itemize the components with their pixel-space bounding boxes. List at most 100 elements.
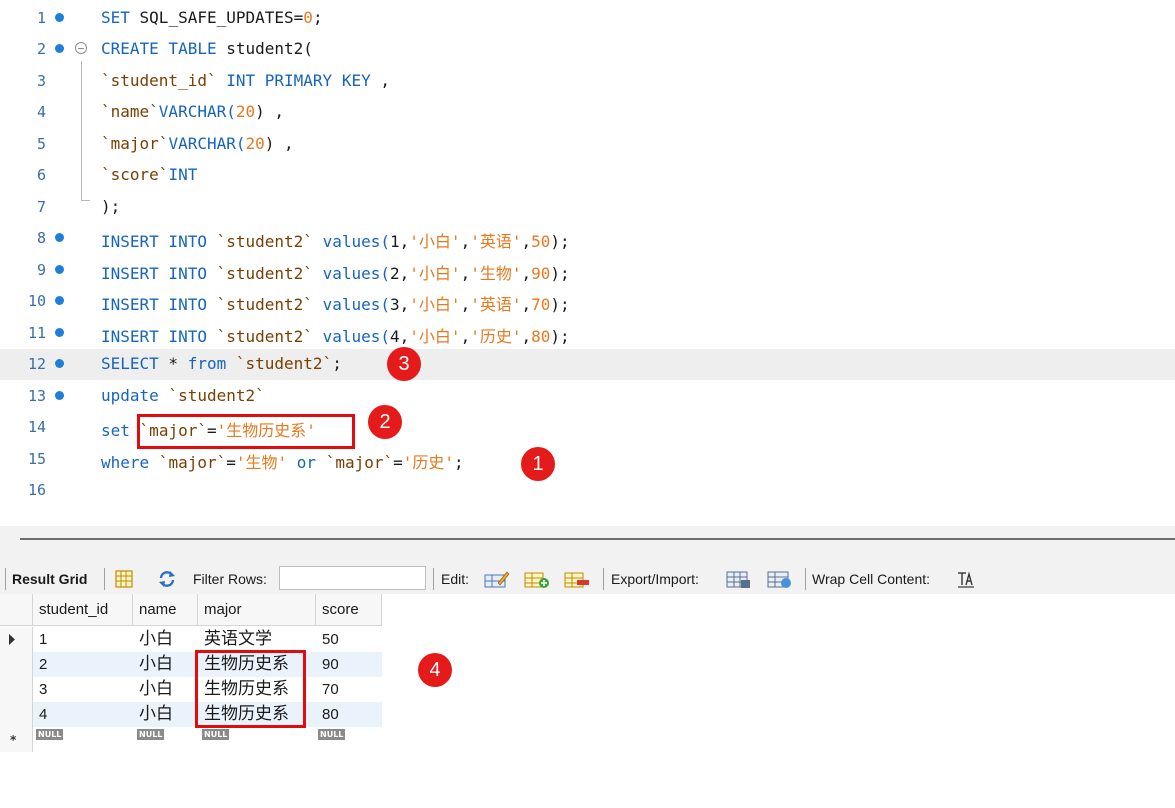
toolbar-separator — [433, 568, 434, 590]
form-view-icon[interactable] — [114, 569, 134, 589]
export-icon[interactable] — [726, 569, 752, 589]
null-placeholder[interactable]: NULL — [318, 729, 346, 740]
row-selector[interactable] — [0, 677, 33, 702]
statement-marker-icon — [55, 233, 64, 242]
null-placeholder[interactable]: NULL — [202, 729, 230, 740]
code-line-3[interactable]: 3 `student_id` INT PRIMARY KEY , — [0, 66, 1175, 97]
statement-marker-icon — [55, 13, 64, 22]
code-text: INSERT INTO `student2` values(3,'小白','英语… — [101, 295, 570, 314]
sql-editor[interactable]: 1 SET SQL_SAFE_UPDATES=0; 2 CREATE TABLE… — [0, 0, 1175, 526]
column-header-score[interactable]: score — [316, 594, 382, 626]
cell-name[interactable]: 小白 — [133, 652, 198, 677]
code-line-13[interactable]: 13 update `student2` — [0, 381, 1175, 412]
current-row-arrow-icon — [9, 634, 15, 645]
null-placeholder[interactable]: NULL — [36, 729, 64, 740]
line-number: 7 — [36, 198, 46, 216]
splitter-handle[interactable] — [20, 538, 1175, 540]
line-number: 13 — [27, 387, 46, 405]
code-line-6[interactable]: 6 `score`INT — [0, 160, 1175, 191]
code-text: `student_id` INT PRIMARY KEY , — [101, 71, 390, 90]
code-line-5[interactable]: 5 `major`VARCHAR(20) , — [0, 129, 1175, 160]
filter-rows-input[interactable] — [279, 566, 426, 590]
statement-marker-icon — [55, 359, 64, 368]
line-number: 3 — [36, 72, 46, 90]
line-number: 9 — [36, 261, 46, 279]
code-text: update `student2` — [101, 386, 265, 405]
cell-score[interactable]: 90 — [316, 652, 382, 677]
line-number: 6 — [36, 166, 46, 184]
column-header-name[interactable]: name — [133, 594, 198, 626]
code-text: `name`VARCHAR(20) , — [101, 102, 285, 121]
fold-collapse-icon[interactable] — [75, 42, 87, 54]
cell-name[interactable]: 小白 — [133, 627, 198, 652]
cell-name[interactable]: 小白 — [133, 677, 198, 702]
cell-name[interactable]: 小白 — [133, 702, 198, 727]
new-row-asterisk-icon: * — [10, 733, 17, 747]
line-number: 4 — [36, 103, 46, 121]
row-selector[interactable] — [0, 652, 33, 677]
cell-student-id[interactable]: 3 — [33, 677, 133, 702]
line-number: 15 — [27, 450, 46, 468]
line-number: 10 — [27, 292, 46, 310]
line-number: 11 — [27, 324, 46, 342]
wrap-text-icon[interactable] — [956, 569, 976, 589]
filter-rows-label: Filter Rows: — [193, 571, 267, 587]
annotation-badge-2: 2 — [368, 405, 402, 439]
panel-splitter[interactable] — [0, 526, 1175, 564]
table-row[interactable]: 3 小白 生物历史系 70 — [0, 677, 382, 702]
add-row-icon[interactable] — [524, 569, 550, 589]
wrap-cell-content-label: Wrap Cell Content: — [812, 571, 931, 587]
code-line-9[interactable]: 9 INSERT INTO `student2` values(2,'小白','… — [0, 255, 1175, 286]
toolbar-separator — [104, 568, 105, 590]
code-text: where `major`='生物' or `major`='历史'; — [101, 453, 464, 472]
new-row[interactable]: * NULL NULL NULL NULL — [0, 727, 382, 752]
statement-marker-icon — [55, 391, 64, 400]
table-row[interactable]: 1 小白 英语文学 50 — [0, 627, 382, 652]
row-selector[interactable] — [0, 627, 33, 652]
row-selector[interactable] — [0, 702, 33, 727]
annotation-box-set-clause — [137, 414, 355, 449]
cell-major[interactable]: 英语文学 — [198, 627, 316, 652]
result-grid-tab[interactable]: Result Grid — [12, 571, 87, 587]
toolbar-separator — [805, 568, 806, 590]
svg-text:*: * — [10, 733, 17, 747]
cell-student-id[interactable]: 4 — [33, 702, 133, 727]
line-number: 5 — [36, 135, 46, 153]
cell-score[interactable]: 50 — [316, 627, 382, 652]
column-header-student-id[interactable]: student_id — [33, 594, 133, 626]
code-line-11[interactable]: 11 INSERT INTO `student2` values(4,'小白',… — [0, 318, 1175, 349]
code-line-2[interactable]: 2 CREATE TABLE student2( — [0, 34, 1175, 65]
line-number: 2 — [36, 40, 46, 58]
code-line-8[interactable]: 8 INSERT INTO `student2` values(1,'小白','… — [0, 223, 1175, 254]
statement-marker-icon — [55, 328, 64, 337]
null-placeholder[interactable]: NULL — [137, 729, 165, 740]
cell-student-id[interactable]: 2 — [33, 652, 133, 677]
code-text: INSERT INTO `student2` values(4,'小白','历史… — [101, 327, 570, 346]
code-line-16[interactable]: 16 — [0, 475, 1175, 506]
edit-row-icon[interactable] — [484, 569, 510, 589]
code-line-1[interactable]: 1 SET SQL_SAFE_UPDATES=0; — [0, 3, 1175, 34]
cell-score[interactable]: 70 — [316, 677, 382, 702]
line-number: 16 — [27, 481, 46, 499]
import-icon[interactable] — [767, 569, 793, 589]
code-line-4[interactable]: 4 `name`VARCHAR(20) , — [0, 97, 1175, 128]
column-header-major[interactable]: major — [198, 594, 316, 626]
cell-score[interactable]: 80 — [316, 702, 382, 727]
export-import-label: Export/Import: — [611, 571, 699, 587]
row-selector[interactable]: * — [0, 727, 33, 752]
line-number: 1 — [36, 9, 46, 27]
code-line-12[interactable]: 12 SELECT * from `student2`; — [0, 349, 1175, 380]
cell-student-id[interactable]: 1 — [33, 627, 133, 652]
refresh-icon[interactable] — [157, 569, 177, 589]
line-number: 12 — [27, 355, 46, 373]
code-text: `score`INT — [101, 165, 198, 184]
table-row[interactable]: 4 小白 生物历史系 80 — [0, 702, 382, 727]
code-text: INSERT INTO `student2` values(1,'小白','英语… — [101, 232, 570, 251]
code-line-10[interactable]: 10 INSERT INTO `student2` values(3,'小白',… — [0, 286, 1175, 317]
result-grid[interactable]: student_id name major score 1 小白 英语文学 50… — [0, 594, 1175, 808]
table-row[interactable]: 2 小白 生物历史系 90 — [0, 652, 382, 677]
delete-row-icon[interactable] — [564, 569, 590, 589]
code-text: SET SQL_SAFE_UPDATES=0; — [101, 8, 323, 27]
grid-corner — [0, 594, 33, 626]
code-line-7[interactable]: 7 ); — [0, 192, 1175, 223]
